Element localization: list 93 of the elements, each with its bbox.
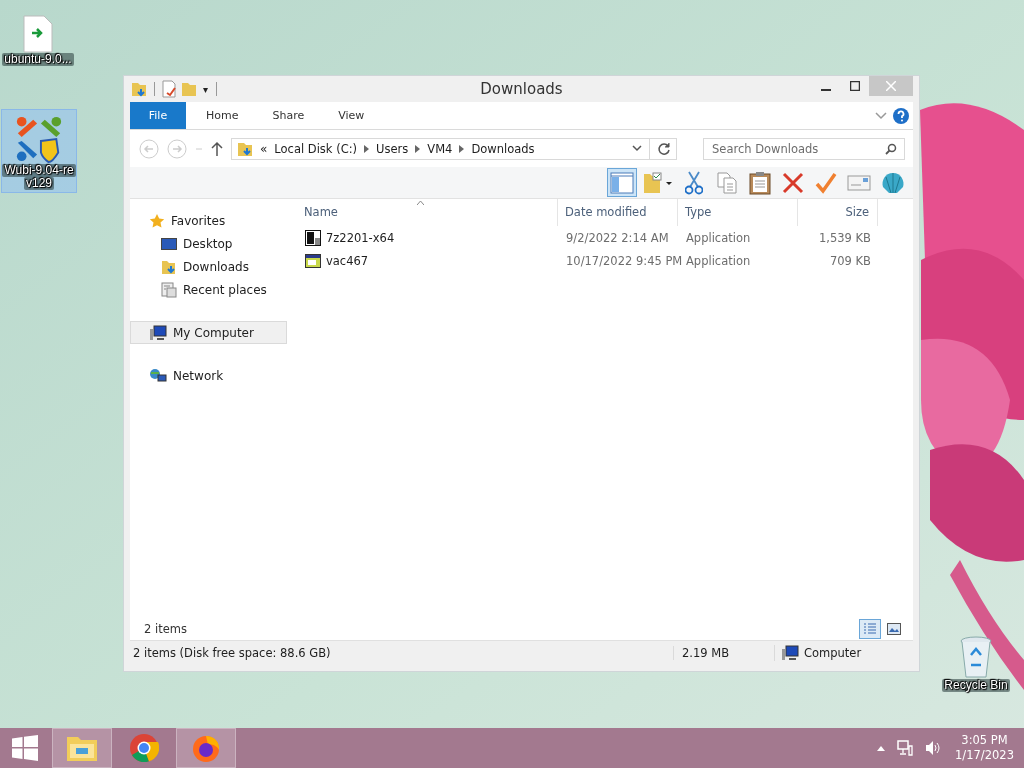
window-title: Downloads bbox=[480, 80, 563, 98]
overflow-chevron[interactable]: « bbox=[260, 141, 268, 156]
help-icon[interactable] bbox=[893, 107, 909, 124]
clock[interactable]: 3:05 PM 1/17/2023 bbox=[947, 733, 1024, 763]
desktop-icon[interactable]: Wubi-9.04-re v129 bbox=[1, 109, 77, 193]
item-count: 2 items bbox=[144, 621, 187, 636]
file-name: 7z2201-x64 bbox=[326, 230, 395, 245]
details-view-icon bbox=[863, 622, 877, 635]
breadcrumb[interactable]: Users bbox=[376, 141, 409, 156]
maximize-icon bbox=[849, 81, 860, 91]
recycle-bin-icon bbox=[959, 635, 993, 679]
address-bar[interactable]: « Local Disk (C:) Users VM4 Downloads bbox=[231, 137, 677, 160]
recent-places-icon bbox=[161, 281, 177, 298]
firefox-icon bbox=[191, 733, 221, 763]
folder-icon[interactable] bbox=[130, 80, 148, 98]
network-icon bbox=[149, 367, 167, 384]
preview-pane-icon bbox=[610, 171, 634, 194]
folder-icon bbox=[161, 258, 177, 275]
folder-icon bbox=[66, 734, 98, 762]
minimize-icon bbox=[820, 89, 831, 91]
file-row[interactable]: 7z2201-x64 9/2/2022 2:14 AM Application 1,539 KB bbox=[297, 226, 913, 249]
column-header[interactable]: Date modified bbox=[558, 199, 678, 226]
file-icon bbox=[22, 15, 54, 53]
ribbon-tab[interactable]: Home bbox=[192, 102, 253, 129]
folder-icon bbox=[643, 171, 673, 194]
ribbon-tab[interactable]: View bbox=[324, 102, 379, 129]
file-name: vac467 bbox=[326, 253, 369, 268]
nav-item[interactable]: Favorites bbox=[130, 209, 287, 232]
breadcrumb[interactable]: VM4 bbox=[427, 141, 453, 156]
breadcrumb[interactable]: Downloads bbox=[471, 141, 535, 156]
volume-icon[interactable] bbox=[925, 740, 942, 756]
up-icon[interactable] bbox=[211, 140, 223, 157]
star-icon bbox=[149, 212, 165, 229]
clock-time: 3:05 PM bbox=[961, 733, 1008, 748]
icon-label: v129 bbox=[24, 177, 54, 190]
date-cell-text: 9/2/2022 2:14 AM bbox=[565, 230, 670, 245]
nav-item[interactable]: Network bbox=[130, 364, 287, 387]
selection-size: 2.19 MB bbox=[673, 646, 774, 660]
column-header[interactable]: Type bbox=[678, 199, 798, 226]
scissors-icon bbox=[685, 170, 703, 195]
nav-item[interactable]: Desktop bbox=[130, 232, 287, 255]
icon-label: ubuntu-9.0... bbox=[2, 53, 74, 66]
show-hidden-icons-icon[interactable] bbox=[877, 745, 886, 751]
dropdown-icon[interactable] bbox=[632, 145, 642, 152]
chevron-icon[interactable] bbox=[364, 144, 370, 153]
chevron-icon[interactable] bbox=[459, 144, 465, 153]
firefox-taskbar-button[interactable] bbox=[176, 728, 236, 768]
properties-icon[interactable] bbox=[161, 80, 177, 98]
icon-label: Wubi-9.04-re bbox=[2, 164, 76, 177]
size-cell-text: 1,539 KB bbox=[818, 230, 872, 245]
column-header[interactable]: Size bbox=[798, 199, 878, 226]
chevron-icon[interactable] bbox=[415, 144, 421, 153]
ribbon-tab[interactable]: Share bbox=[258, 102, 319, 129]
file-menu-tab[interactable]: File bbox=[130, 102, 186, 129]
card-icon bbox=[847, 173, 871, 192]
expand-ribbon-icon[interactable] bbox=[875, 111, 887, 120]
type-cell-text: Application bbox=[685, 230, 752, 245]
icon-label: Recycle Bin bbox=[942, 679, 1010, 692]
refresh-icon[interactable] bbox=[657, 141, 671, 156]
clock-date: 1/17/2023 bbox=[955, 748, 1014, 763]
date-cell-text: 10/17/2022 9:45 PM bbox=[565, 253, 679, 268]
search-icon bbox=[885, 142, 897, 155]
explorer-taskbar-button[interactable] bbox=[52, 728, 112, 768]
search-field[interactable]: Search Downloads bbox=[703, 137, 905, 160]
delete-icon bbox=[782, 171, 804, 194]
size-cell-text: 709 KB bbox=[828, 253, 872, 268]
close-icon bbox=[886, 81, 896, 91]
nav-item[interactable]: My Computer bbox=[130, 321, 287, 344]
desktop-icon[interactable]: ubuntu-9.0... bbox=[0, 10, 76, 69]
nav-item[interactable]: Downloads bbox=[130, 255, 287, 278]
computer-icon bbox=[149, 324, 167, 341]
status-text: 2 items (Disk free space: 88.6 GB) bbox=[132, 646, 332, 660]
large-icons-view-icon bbox=[887, 622, 901, 635]
chrome-icon bbox=[129, 733, 159, 763]
copy-icon bbox=[717, 171, 737, 194]
clipboard-icon bbox=[749, 170, 771, 195]
computer-icon bbox=[781, 645, 799, 661]
desktop-icon[interactable]: Recycle Bin bbox=[938, 630, 1014, 695]
checkmark-icon bbox=[815, 171, 837, 194]
file-row[interactable]: vac467 10/17/2022 9:45 PM Application 709 KB bbox=[297, 249, 913, 272]
preview-pane-button[interactable] bbox=[607, 168, 637, 197]
desktop-icon bbox=[161, 236, 177, 251]
customize-menu-button[interactable]: ▾ bbox=[201, 83, 211, 95]
archive-app-icon bbox=[305, 229, 321, 246]
type-cell-text: Application bbox=[685, 253, 752, 268]
shell-icon bbox=[880, 170, 906, 195]
zone-label: Computer bbox=[804, 646, 862, 660]
network-icon[interactable] bbox=[897, 740, 914, 756]
column-header[interactable]: Name bbox=[297, 199, 558, 226]
windows-logo-icon bbox=[12, 735, 38, 761]
breadcrumb[interactable]: Local Disk (C:) bbox=[274, 141, 358, 156]
application-icon bbox=[305, 252, 321, 269]
nav-item[interactable]: Recent places bbox=[130, 278, 287, 301]
